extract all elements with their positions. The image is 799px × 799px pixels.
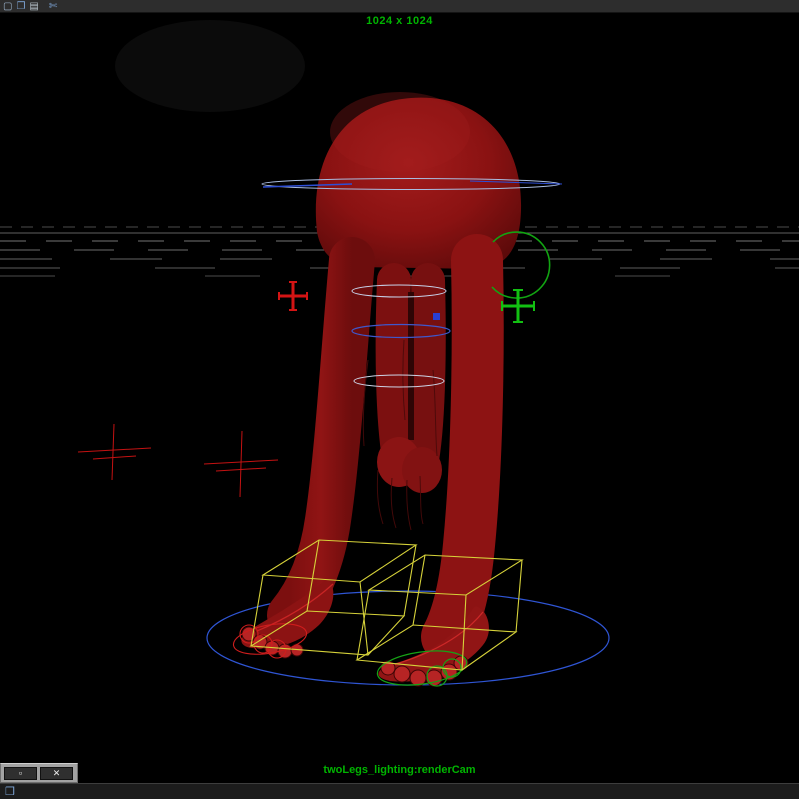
snapshot-icon[interactable]: ❐ [16,1,25,12]
window-task-icon[interactable]: ❒ [5,785,15,799]
render-view-window: ▢ ❐ ▤ ✄ 1024 x 1024 twoLegs_lighting:ren… [0,0,799,799]
window-controls: ▫ ✕ [0,763,78,783]
restore-button[interactable]: ▫ [4,766,37,780]
taskbar: ❒ [0,783,799,799]
resolution-label: 1024 x 1024 [366,15,433,27]
viewport-canvas[interactable] [0,0,799,799]
curve-cv-handle[interactable] [433,313,440,320]
character-inner-leg-right[interactable] [404,263,446,482]
camera-label: twoLegs_lighting:renderCam [323,764,476,776]
hip-lobe-right [402,447,442,493]
window-titlebar: ▢ ❐ ▤ ✄ [0,0,799,13]
new-window-icon[interactable]: ▢ [3,1,12,12]
body-highlight [330,92,470,172]
layout-icon[interactable]: ▤ [29,1,38,12]
cut-icon[interactable]: ✄ [49,1,57,12]
close-button[interactable]: ✕ [40,766,73,780]
character-inner-leg-left[interactable] [375,263,416,475]
ambient-shadow [115,20,305,112]
